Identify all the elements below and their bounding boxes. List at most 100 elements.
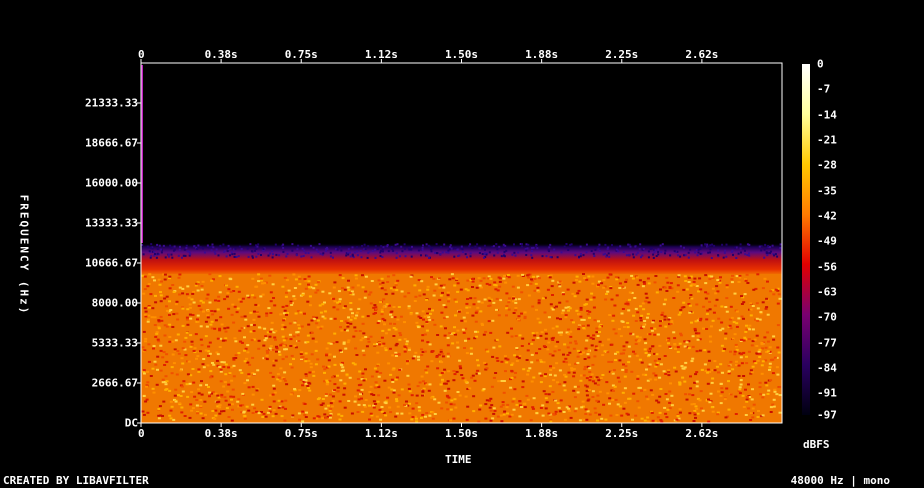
- noise-speck: [603, 350, 607, 353]
- noise-speck: [489, 277, 493, 280]
- edge-speck: [353, 251, 356, 254]
- noise-speck: [572, 368, 576, 371]
- noise-speck: [584, 408, 588, 411]
- noise-speck: [387, 362, 391, 365]
- noise-speck: [272, 297, 275, 299]
- edge-speck: [525, 254, 528, 256]
- edge-speck: [347, 253, 350, 256]
- noise-speck: [683, 275, 687, 278]
- noise-speck: [621, 308, 625, 310]
- edge-speck: [203, 251, 206, 254]
- noise-speck: [665, 276, 669, 279]
- noise-speck: [536, 317, 540, 320]
- noise-speck: [199, 399, 203, 401]
- noise-speck: [288, 322, 292, 325]
- noise-speck: [663, 286, 667, 289]
- noise-speck: [575, 275, 579, 278]
- noise-speck: [339, 379, 343, 382]
- noise-speck: [477, 300, 481, 303]
- noise-speck: [698, 349, 702, 352]
- noise-speck: [552, 366, 556, 369]
- noise-speck: [223, 327, 227, 330]
- edge-speck: [496, 248, 499, 251]
- noise-speck: [307, 381, 311, 384]
- noise-speck: [663, 406, 667, 409]
- noise-speck: [523, 317, 527, 320]
- noise-speck: [279, 313, 283, 316]
- noise-speck: [757, 410, 760, 412]
- noise-speck: [228, 372, 232, 375]
- noise-speck: [425, 371, 429, 374]
- noise-speck: [398, 338, 402, 341]
- noise-speck: [737, 364, 741, 367]
- noise-speck: [715, 298, 719, 301]
- noise-speck: [443, 368, 447, 371]
- noise-speck: [765, 384, 769, 387]
- noise-speck: [376, 322, 380, 324]
- noise-speck: [396, 405, 400, 408]
- edge-speck: [717, 254, 720, 257]
- edge-speck: [322, 252, 325, 255]
- edge-speck: [164, 256, 167, 259]
- noise-speck: [536, 286, 540, 289]
- noise-speck: [676, 346, 680, 349]
- noise-speck: [695, 385, 699, 388]
- noise-speck: [554, 399, 558, 402]
- noise-speck: [277, 406, 281, 409]
- noise-speck: [599, 377, 603, 380]
- noise-speck: [195, 404, 199, 407]
- noise-speck: [711, 287, 715, 290]
- noise-speck: [494, 284, 498, 287]
- edge-speck: [307, 252, 310, 254]
- noise-speck: [678, 408, 682, 411]
- spectrogram-chart: [137, 59, 810, 427]
- edge-speck: [763, 248, 766, 251]
- noise-speck: [293, 344, 297, 347]
- edge-speck: [641, 254, 644, 257]
- noise-speck: [518, 355, 522, 357]
- noise-speck: [338, 298, 342, 301]
- noise-speck: [706, 371, 710, 374]
- noise-speck: [255, 389, 259, 392]
- noise-speck: [218, 406, 222, 409]
- noise-speck: [484, 417, 488, 420]
- noise-speck: [396, 318, 400, 321]
- noise-speck: [558, 301, 562, 304]
- noise-speck: [652, 372, 656, 375]
- edge-speck: [374, 245, 377, 248]
- edge-speck: [717, 249, 720, 252]
- noise-speck: [658, 344, 662, 347]
- edge-speck: [199, 246, 202, 249]
- noise-speck: [161, 378, 165, 381]
- noise-speck: [426, 285, 430, 288]
- noise-speck: [301, 420, 305, 423]
- noise-speck: [390, 388, 394, 391]
- noise-speck: [492, 301, 496, 304]
- noise-speck: [168, 323, 172, 326]
- noise-speck: [181, 324, 185, 327]
- noise-speck: [725, 297, 729, 300]
- edge-speck: [302, 255, 305, 257]
- noise-speck: [417, 355, 420, 358]
- noise-speck: [394, 355, 398, 357]
- noise-speck: [387, 328, 391, 331]
- noise-speck: [648, 363, 652, 366]
- noise-speck: [544, 373, 547, 376]
- noise-speck: [752, 288, 756, 291]
- edge-speck: [732, 253, 734, 256]
- noise-speck: [215, 359, 219, 362]
- noise-speck: [554, 345, 558, 348]
- noise-speck: [154, 294, 157, 297]
- noise-speck: [285, 383, 289, 386]
- noise-speck: [421, 380, 425, 383]
- noise-speck: [159, 291, 162, 294]
- noise-speck: [646, 277, 650, 280]
- noise-speck: [453, 284, 457, 287]
- noise-speck: [293, 388, 297, 390]
- noise-speck: [227, 307, 231, 310]
- noise-speck: [718, 281, 722, 284]
- noise-speck: [425, 412, 429, 414]
- noise-speck: [606, 392, 610, 395]
- edge-speck: [511, 253, 514, 256]
- noise-speck: [537, 299, 541, 302]
